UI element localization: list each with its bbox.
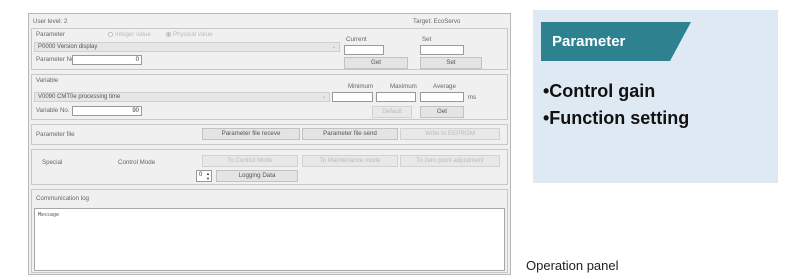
variable-group-label: Variable [36,77,59,84]
maximum-field [376,92,416,102]
parameter-file-receive-button[interactable]: Parameter file receve [202,128,300,140]
special-group: Special Control Mode To Control Mode To … [31,149,508,185]
parameter-no-label: Parameter No. [36,56,77,63]
special-label: Special [42,159,63,166]
integer-value-radio[interactable]: Integer value [102,31,151,38]
set-value-input[interactable] [420,45,464,55]
parameter-group-label: Parameter [36,31,65,38]
current-value-field [344,45,384,55]
variable-no-input[interactable]: 90 [72,106,142,116]
parameter-select[interactable]: P0000 Version display ⌄ [34,42,340,52]
variable-no-label: Variable No. [36,107,70,114]
parameter-file-send-button[interactable]: Parameter file send [302,128,398,140]
to-maintenance-mode-button[interactable]: To Maintenance mode [302,155,398,167]
stepper-arrows-icon: ▲ ▼ [206,171,210,181]
variable-select[interactable]: V0090 CMT0e processing time ⌄ [34,92,330,102]
maximum-label: Maximum [390,83,417,90]
set-label: Set [422,36,432,43]
variable-get-button[interactable]: Get [420,106,464,118]
variable-group: Variable Minimum Maximum Average V0090 C… [31,74,508,120]
feature-item: •Control gain [543,81,656,101]
physical-value-radio[interactable]: Physical value [160,31,213,38]
parameter-no-input[interactable]: 0 [72,55,142,65]
parameter-set-button[interactable]: Set [420,57,482,69]
unit-label: ms [468,94,477,101]
radio-icon [108,32,113,37]
current-label: Current [346,36,367,43]
to-control-mode-button[interactable]: To Control Mode [202,155,298,167]
communication-log-textarea[interactable]: Message [34,208,505,271]
zero-point-adjustment-button[interactable]: To zero point adjustment [400,155,500,167]
communication-log-label: Communication log [36,195,89,202]
minimum-field [332,92,373,102]
feature-list: •Control gain •Function setting [543,78,689,132]
log-message: Message [38,212,60,218]
parameter-tool-window: User level: 2 Target: EcoServo Parameter… [28,13,511,275]
logging-stepper[interactable]: 0 ▲ ▼ [196,170,212,182]
parameter-file-label: Parameter file [36,131,75,138]
write-eeprom-button[interactable]: Write to EEPROM [400,128,500,140]
parameter-file-group: Parameter file Parameter file receve Par… [31,124,508,145]
average-field [420,92,464,102]
average-label: Average [433,83,456,90]
minimum-label: Minimum [348,83,374,90]
chevron-down-icon: ⌄ [331,44,336,50]
parameter-group: Parameter Integer value Physical value P… [31,28,508,70]
default-button[interactable]: Default [372,106,412,118]
chevron-down-icon: ⌄ [321,94,326,100]
logging-data-button[interactable]: Logging Data [216,170,298,182]
card-title: Parameter [541,22,691,61]
control-mode-label: Control Mode [118,159,156,166]
communication-log-group: Communication log Message [31,189,508,273]
info-card: Parameter •Control gain •Function settin… [533,10,778,183]
caption: Operation panel [526,258,619,273]
feature-item: •Function setting [543,108,690,128]
radio-selected-icon [166,32,171,37]
parameter-get-button[interactable]: Get [344,57,408,69]
target-label: Target: EcoServo [413,18,461,25]
user-level-label: User level: 2 [33,18,68,25]
